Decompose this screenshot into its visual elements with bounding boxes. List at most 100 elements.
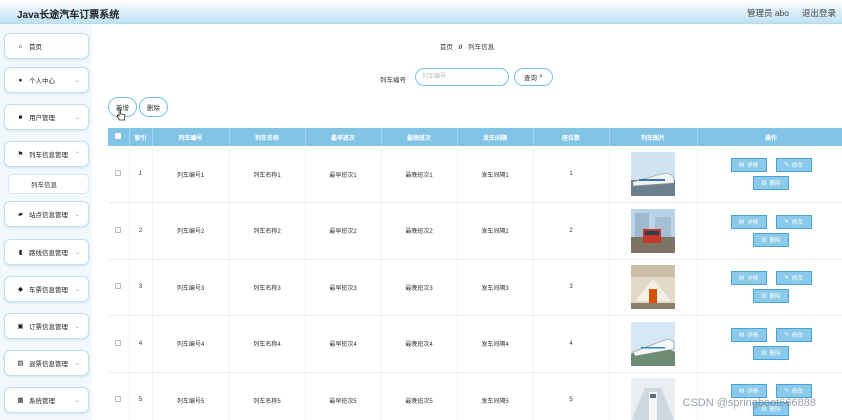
grid-icon: ▦ <box>17 397 24 404</box>
row-actions: ▤ 详情 ✎ 修改 ▥ 删除 <box>698 158 842 190</box>
refund-icon: ▤ <box>17 360 24 367</box>
cell-name: 列车名称4 <box>229 315 306 373</box>
column-header-earliest: 最早班次 <box>305 128 382 146</box>
sidebar-item-ticket-management[interactable]: ◆ 车票信息管理 ⌄ <box>4 276 89 302</box>
row-delete-button[interactable]: ▥ 删除 <box>753 176 789 190</box>
column-header-latest: 最晚班次 <box>381 128 458 146</box>
row-checkbox[interactable] <box>115 283 122 290</box>
detail-button-label: 详情 <box>747 163 759 169</box>
search-button-label: 查询 <box>524 75 538 82</box>
trash-icon: ▥ <box>761 406 767 413</box>
logout-link[interactable]: 退出登录 <box>802 7 836 19</box>
chevron-down-icon: ⌄ <box>74 287 80 293</box>
cell-interval: 发车间隔2 <box>457 202 534 260</box>
cell-earliest: 最早班次2 <box>305 202 382 260</box>
row-delete-button-label: 删除 <box>769 237 781 244</box>
cell-earliest: 最早班次4 <box>305 315 382 373</box>
edit-button[interactable]: ✎ 修改 <box>775 158 812 172</box>
sidebar-item-home[interactable]: ⌂ 首页 <box>4 33 89 59</box>
home-icon: ⌂ <box>18 42 23 50</box>
cell-latest: 最晚班次2 <box>381 202 458 260</box>
cell-code: 列车编号3 <box>152 259 230 316</box>
detail-button[interactable]: ▤ 详情 <box>730 327 767 342</box>
users-icon: ■ <box>18 113 23 121</box>
document-icon: ▤ <box>738 388 745 395</box>
chevron-down-icon: ⌄ <box>74 78 80 84</box>
search-button[interactable]: 查询 ⌕ <box>514 68 553 86</box>
cell-interval: 发车间隔3 <box>457 259 534 316</box>
sidebar-item-route-management[interactable]: ▮ 路线信息管理 ⌄ <box>4 239 89 265</box>
sidebar-item-refund-management[interactable]: ▤ 退票信息管理 ⌄ <box>4 350 89 376</box>
edit-icon: ✎ <box>784 275 789 282</box>
detail-button[interactable]: ▤ 详情 <box>730 271 767 286</box>
row-actions-top: ▤ 详情 ✎ 修改 <box>730 158 812 172</box>
row-delete-button[interactable]: ▥ 删除 <box>753 402 789 417</box>
cell-seats: 4 <box>533 315 610 373</box>
cell-earliest: 最早班次5 <box>305 372 382 420</box>
breadcrumb-current: 列车信息 <box>468 44 495 51</box>
row-select-cell <box>108 202 130 260</box>
trash-icon: ▥ <box>761 236 767 243</box>
row-checkbox[interactable] <box>115 226 122 233</box>
batch-delete-button[interactable]: 删除 <box>139 97 168 117</box>
train-code-search-input[interactable] <box>415 68 509 86</box>
cell-index: 5 <box>129 372 153 420</box>
cell-seats: 1 <box>533 146 610 203</box>
main-content: 首页 // 列车信息 列车编号 查询 ⌕ 新增 删除 索引 列车编号 列车名称 … <box>92 24 842 420</box>
edit-button-label: 修改 <box>791 389 803 396</box>
edit-button-label: 修改 <box>791 332 803 339</box>
row-delete-button[interactable]: ▥ 删除 <box>753 232 789 247</box>
cell-earliest: 最早班次1 <box>305 146 382 203</box>
row-checkbox[interactable] <box>115 170 122 176</box>
column-header-index: 索引 <box>129 128 153 146</box>
detail-button[interactable]: ▤ 详情 <box>730 214 767 229</box>
row-actions: ▤ 详情 ✎ 修改 ▥ 删除 <box>698 214 842 247</box>
sidebar-item-label: 退票信息管理 <box>29 361 68 368</box>
chevron-down-icon: ⌄ <box>74 398 80 404</box>
sidebar-item-booking-management[interactable]: ▣ 订票信息管理 ⌄ <box>4 313 89 339</box>
row-checkbox[interactable] <box>115 396 122 403</box>
cell-interval: 发车间隔1 <box>457 146 534 203</box>
detail-button[interactable]: ▤ 详情 <box>730 384 767 399</box>
sidebar-item-personal-center[interactable]: ● 个人中心 ⌄ <box>4 67 89 93</box>
cell-code: 列车编号5 <box>152 372 230 420</box>
cell-index: 3 <box>129 259 153 316</box>
document-icon: ▤ <box>738 218 745 225</box>
detail-button[interactable]: ▤ 详情 <box>730 158 767 172</box>
edit-button[interactable]: ✎ 修改 <box>775 327 812 342</box>
flag-icon: ⚑ <box>17 151 24 158</box>
row-checkbox[interactable] <box>115 339 122 346</box>
train-photo <box>631 152 675 196</box>
sidebar-item-station-management[interactable]: ▰ 站点信息管理 ⌄ <box>4 201 89 227</box>
row-delete-button[interactable]: ▥ 删除 <box>753 345 789 360</box>
edit-button-label: 修改 <box>791 276 803 283</box>
row-delete-button[interactable]: ▥ 删除 <box>753 289 789 304</box>
row-select-cell <box>108 372 130 420</box>
row-actions: ▤ 详情 ✎ 修改 ▥ 删除 <box>698 384 842 417</box>
edit-button[interactable]: ✎ 修改 <box>775 271 812 286</box>
cell-latest: 最晚班次5 <box>381 372 458 420</box>
table-header-row: 索引 列车编号 列车名称 最早班次 最晚班次 发车间隔 座位数 列车图片 操作 <box>108 128 842 146</box>
cell-code: 列车编号1 <box>152 146 230 203</box>
sidebar-item-label: 车票信息管理 <box>29 287 68 294</box>
edit-button[interactable]: ✎ 修改 <box>775 384 812 399</box>
sidebar-item-system-management[interactable]: ▦ 系统管理 ⌄ <box>4 387 89 413</box>
sidebar-item-train-management[interactable]: ⚑ 列车信息管理 ⌃ <box>4 141 89 167</box>
train-table: 索引 列车编号 列车名称 最早班次 最晚班次 发车间隔 座位数 列车图片 操作 … <box>108 128 842 420</box>
select-all-checkbox[interactable] <box>115 133 122 139</box>
sidebar-item-user-management[interactable]: ■ 用户管理 ⌄ <box>4 104 89 130</box>
document-icon: ▤ <box>738 162 745 168</box>
table-row: 1 列车编号1 列车名称1 最早班次1 最晚班次1 发车间隔1 1 ▤ 详情 ✎ 修改 ▥ 删除 <box>108 146 842 203</box>
breadcrumb-home[interactable]: 首页 <box>440 44 453 51</box>
sidebar-item-label: 订票信息管理 <box>29 324 68 331</box>
sidebar-subitem-train-info[interactable]: 列车信息 <box>8 174 89 194</box>
cell-index: 1 <box>129 146 153 203</box>
cell-index: 4 <box>129 315 153 373</box>
edit-icon: ✎ <box>784 388 789 395</box>
table-row: 5 列车编号5 列车名称5 最早班次5 最晚班次5 发车间隔5 5 ▤ 详情 ✎ 修改 ▥ 删除 <box>108 372 842 420</box>
add-button[interactable]: 新增 <box>108 97 137 117</box>
edit-button[interactable]: ✎ 修改 <box>775 214 812 229</box>
ticket-icon: ▣ <box>17 323 24 330</box>
cell-seats: 3 <box>533 259 610 316</box>
row-actions-top: ▤ 详情 ✎ 修改 <box>730 327 812 342</box>
